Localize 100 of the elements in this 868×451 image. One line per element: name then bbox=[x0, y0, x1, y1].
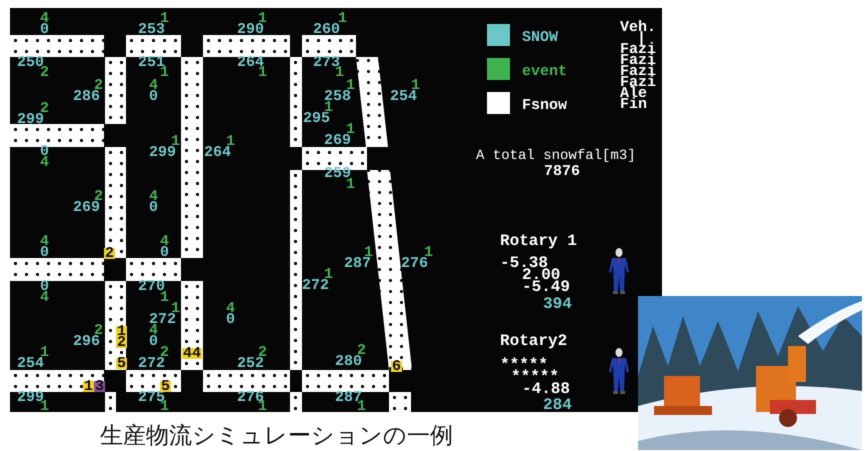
map-number: 290 bbox=[237, 24, 264, 35]
rotary-reading: 2.00 bbox=[522, 270, 560, 281]
vehicle-marker: 1 bbox=[116, 326, 128, 337]
map-number: 2 bbox=[94, 325, 104, 336]
map-number: 1 bbox=[335, 67, 344, 78]
rotary-title: Rotary2 bbox=[500, 336, 568, 347]
vehicle-name: Ale bbox=[620, 88, 648, 99]
map-number: 1 bbox=[364, 247, 374, 258]
vehicle-marker: 3 bbox=[94, 381, 106, 392]
column-heading: Veh. bbox=[620, 22, 656, 33]
vehicle-marker: 5 bbox=[160, 381, 172, 392]
legend-label: Fsnow bbox=[522, 100, 568, 111]
total-snowfall-label: A total snowfal[m3] bbox=[476, 149, 636, 164]
map-number: 2 bbox=[94, 80, 104, 91]
map-number: 0 bbox=[149, 202, 158, 213]
map-number: 299 bbox=[17, 114, 44, 125]
map-number: 1 bbox=[346, 124, 356, 135]
map-number: 269 bbox=[73, 202, 100, 213]
map-number: 253 bbox=[138, 24, 166, 35]
map-number: 2 bbox=[94, 191, 104, 202]
map-number: 0 bbox=[40, 281, 50, 292]
map-number: 272 bbox=[302, 280, 330, 291]
map-number: 2 bbox=[160, 347, 170, 358]
vehicle-name: Fazi bbox=[620, 55, 656, 66]
map-number: 1 bbox=[258, 401, 268, 412]
map-number: 1 bbox=[346, 80, 356, 91]
map-number: 4 bbox=[149, 80, 158, 91]
map-number: 1 bbox=[171, 136, 180, 147]
map-number: 4 bbox=[40, 13, 50, 24]
map-number: 0 bbox=[40, 146, 50, 157]
legend-label: event bbox=[522, 66, 568, 77]
map-number: 260 bbox=[313, 24, 340, 35]
map-number: 2 bbox=[258, 347, 268, 358]
map-number: 258 bbox=[324, 91, 352, 102]
map-number: 1 bbox=[160, 292, 170, 303]
vehicle-marker: 1 bbox=[83, 381, 94, 392]
map-number: 0 bbox=[160, 247, 170, 258]
map-number: 287 bbox=[344, 258, 372, 269]
map-number: 286 bbox=[73, 91, 100, 102]
rotary-title: Rotary 1 bbox=[500, 236, 577, 247]
total-snowfall-value: 7876 bbox=[544, 166, 580, 177]
map-number: 1 bbox=[324, 269, 334, 280]
map-number: 1 bbox=[338, 13, 348, 24]
map-number: 254 bbox=[390, 91, 418, 102]
map-number: 280 bbox=[335, 356, 362, 367]
map-number: 1 bbox=[40, 347, 50, 358]
vehicle-marker: 2 bbox=[116, 337, 128, 348]
map-number: 4 bbox=[40, 157, 50, 168]
map-number: 1 bbox=[160, 13, 170, 24]
map-number: 4 bbox=[160, 236, 170, 247]
person-figure bbox=[608, 248, 630, 294]
map-number: 1 bbox=[258, 67, 268, 78]
map-number: 0 bbox=[40, 24, 50, 35]
map-number: 1 bbox=[411, 80, 420, 91]
vehicle-marker: 6 bbox=[391, 361, 402, 372]
map-number: 1 bbox=[324, 102, 334, 113]
map-number: 2 bbox=[40, 67, 50, 78]
vehicle-marker: 2 bbox=[104, 248, 116, 259]
map-number: 252 bbox=[237, 358, 264, 369]
map-number: 4 bbox=[149, 191, 158, 202]
map-number: 259 bbox=[324, 168, 352, 179]
rotary-reading: -4.88 bbox=[522, 384, 570, 395]
map-number: 254 bbox=[17, 358, 44, 369]
map-number: 1 bbox=[258, 13, 268, 24]
person-figure bbox=[608, 348, 630, 394]
map-number: 299 bbox=[149, 147, 176, 158]
rotary-total: 284 bbox=[543, 400, 572, 411]
vehicle-name: Fazi bbox=[620, 44, 656, 55]
map-number: 1 bbox=[346, 179, 356, 190]
map-number: 1 bbox=[357, 401, 366, 412]
vehicle-name: | bbox=[637, 33, 646, 44]
rotary-reading: -5.49 bbox=[522, 282, 570, 293]
map-number: 1 bbox=[171, 303, 180, 314]
map-number: 296 bbox=[73, 336, 100, 347]
map-number: 1 bbox=[226, 136, 236, 147]
legend-label: SNOW bbox=[522, 32, 558, 43]
vehicle-marker: 5 bbox=[116, 358, 128, 369]
figure-caption: 生産物流シミュレーションの一例 bbox=[100, 423, 453, 449]
map-number: 0 bbox=[40, 247, 50, 258]
map-number: 0 bbox=[149, 336, 158, 347]
map-number: 2 bbox=[40, 103, 50, 114]
vehicle-name: Fazi bbox=[620, 77, 656, 88]
map-number: 4 bbox=[226, 303, 236, 314]
vehicle-name: Fin bbox=[620, 99, 648, 110]
rotary-total: 394 bbox=[543, 299, 572, 310]
map-number: 1 bbox=[160, 67, 170, 78]
map-number: 272 bbox=[138, 358, 166, 369]
map-number: 1 bbox=[424, 247, 434, 258]
legend-swatch bbox=[487, 24, 510, 46]
vehicle-name: Fazi bbox=[620, 66, 656, 77]
map-number: 264 bbox=[204, 147, 232, 158]
rotary-reading: -5.38 bbox=[500, 258, 548, 269]
legend-swatch bbox=[487, 92, 510, 114]
map-number: 2 bbox=[357, 345, 366, 356]
map-number: 4 bbox=[40, 236, 50, 247]
map-number: 0 bbox=[226, 314, 236, 325]
map-number: 0 bbox=[149, 91, 158, 102]
map-number: 276 bbox=[401, 258, 428, 269]
map-number: 270 bbox=[138, 281, 166, 292]
map-number: 1 bbox=[40, 401, 50, 412]
